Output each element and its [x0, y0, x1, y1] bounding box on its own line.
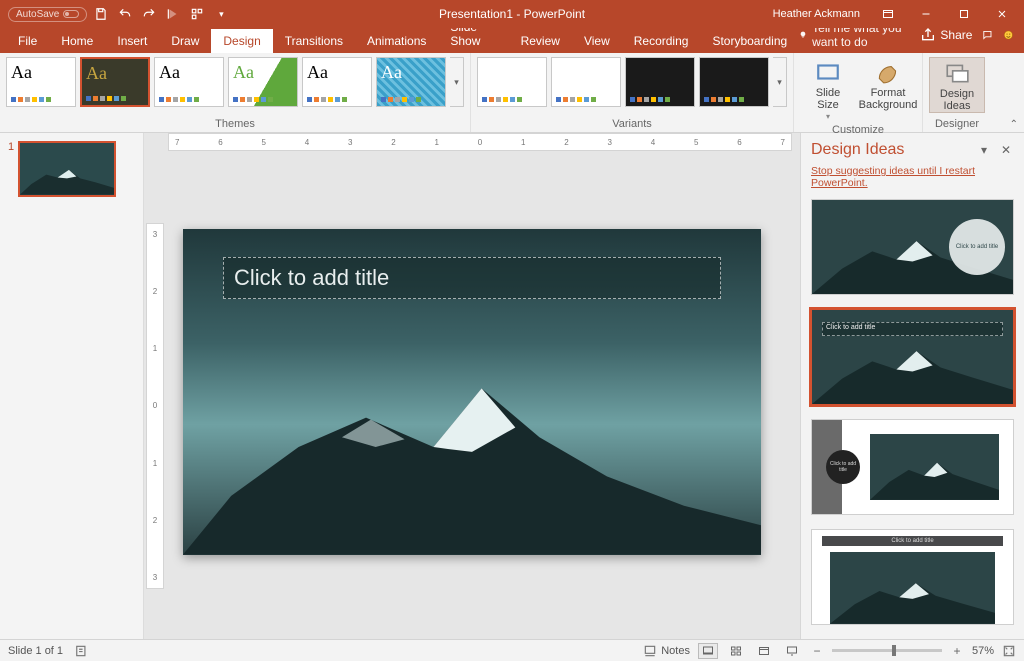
pane-close-icon[interactable]: ✕: [998, 142, 1014, 158]
themes-group-label: Themes: [6, 116, 464, 130]
variant-option-4[interactable]: [699, 57, 769, 107]
format-background-button[interactable]: Format Background: [860, 57, 916, 122]
theme-option-1[interactable]: Aa: [6, 57, 76, 107]
start-from-beginning-icon[interactable]: [163, 4, 183, 24]
theme-option-3[interactable]: Aa: [154, 57, 224, 107]
feedback-icon[interactable]: [1003, 27, 1014, 43]
ribbon-display-icon[interactable]: [870, 0, 906, 28]
slide-size-button[interactable]: Slide Size ▾: [800, 57, 856, 122]
theme-option-4[interactable]: Aa: [228, 57, 298, 107]
variant-option-3[interactable]: [625, 57, 695, 107]
idea2-title-bar: Click to add title: [822, 322, 1003, 336]
comments-icon[interactable]: [982, 27, 993, 43]
slide-thumbnail-1[interactable]: [18, 141, 116, 197]
zoom-slider[interactable]: [832, 649, 942, 652]
autosave-toggle[interactable]: AutoSave: [8, 7, 87, 22]
tab-view[interactable]: View: [572, 29, 622, 53]
share-button[interactable]: Share: [920, 27, 972, 43]
variant-option-2[interactable]: [551, 57, 621, 107]
ribbon: Aa Aa Aa Aa Aa Aa ▾ Themes ▾ Variants Sl…: [0, 53, 1024, 133]
theme-option-2[interactable]: Aa: [80, 57, 150, 107]
slide-number: 1: [8, 141, 14, 197]
designer-group-label: Designer: [929, 116, 985, 130]
spellcheck-icon[interactable]: [75, 644, 89, 658]
design-ideas-heading: Design Ideas: [811, 141, 970, 159]
idea3-title-circle: Click to add title: [826, 450, 860, 484]
vertical-ruler: 3210123: [146, 223, 164, 589]
customize-group-label: Customize: [800, 122, 916, 136]
tab-file[interactable]: File: [6, 29, 49, 53]
horizontal-ruler: 765432101234567: [168, 133, 792, 151]
slide-canvas[interactable]: Click to add title: [183, 229, 761, 555]
theme-option-5[interactable]: Aa: [302, 57, 372, 107]
variant-option-1[interactable]: [477, 57, 547, 107]
pane-options-icon[interactable]: ▾: [976, 142, 992, 158]
minimize-icon[interactable]: [908, 0, 944, 28]
save-icon[interactable]: [91, 4, 111, 24]
zoom-level[interactable]: 57%: [972, 645, 994, 657]
theme-option-6[interactable]: Aa: [376, 57, 446, 107]
tab-storyboarding[interactable]: Storyboarding: [700, 29, 799, 53]
design-idea-4[interactable]: Click to add title: [811, 529, 1014, 625]
qat-more-icon[interactable]: ▾: [211, 4, 231, 24]
tab-transitions[interactable]: Transitions: [273, 29, 355, 53]
idea4-title-bar: Click to add title: [822, 536, 1003, 546]
variants-group-label: Variants: [477, 116, 787, 130]
redo-icon[interactable]: [139, 4, 159, 24]
design-ideas-button[interactable]: Design Ideas: [929, 57, 985, 113]
design-idea-3[interactable]: Click to add title: [811, 419, 1014, 515]
user-name[interactable]: Heather Ackmann: [765, 8, 868, 20]
slideshow-view-icon[interactable]: [782, 643, 802, 659]
title-placeholder[interactable]: Click to add title: [223, 257, 721, 299]
close-icon[interactable]: [984, 0, 1020, 28]
status-bar: Slide 1 of 1 Notes − + 57%: [0, 639, 1024, 661]
design-idea-1[interactable]: Click to add title: [811, 199, 1014, 295]
undo-icon[interactable]: [115, 4, 135, 24]
notes-button[interactable]: Notes: [643, 644, 690, 658]
design-idea-2[interactable]: Click to add title: [811, 309, 1014, 405]
reading-view-icon[interactable]: [754, 643, 774, 659]
sorter-view-icon[interactable]: [726, 643, 746, 659]
normal-view-icon[interactable]: [698, 643, 718, 659]
collapse-ribbon-icon[interactable]: ⌃: [1010, 119, 1018, 130]
tab-recording[interactable]: Recording: [622, 29, 701, 53]
slide-editor: 765432101234567 3210123 Click to add tit…: [144, 133, 800, 639]
zoom-out-icon[interactable]: −: [810, 644, 824, 658]
design-ideas-pane: Design Ideas ▾ ✕ Stop suggesting ideas u…: [800, 133, 1024, 639]
fit-to-window-icon[interactable]: [1002, 644, 1016, 658]
tab-design[interactable]: Design: [211, 29, 272, 53]
tab-review[interactable]: Review: [509, 29, 572, 53]
tab-draw[interactable]: Draw: [159, 29, 211, 53]
slide-thumbnail-pane: 1: [0, 133, 144, 639]
tab-home[interactable]: Home: [49, 29, 105, 53]
slide-counter: Slide 1 of 1: [8, 645, 63, 657]
tab-animations[interactable]: Animations: [355, 29, 438, 53]
tab-insert[interactable]: Insert: [105, 29, 159, 53]
maximize-icon[interactable]: [946, 0, 982, 28]
touch-mode-icon[interactable]: [187, 4, 207, 24]
stop-suggesting-link[interactable]: Stop suggesting ideas until I restart Po…: [811, 165, 1014, 189]
zoom-in-icon[interactable]: +: [950, 644, 964, 658]
idea1-title-circle: Click to add title: [949, 219, 1005, 275]
ribbon-tabs: File Home Insert Draw Design Transitions…: [0, 28, 1024, 53]
themes-more-icon[interactable]: ▾: [450, 57, 464, 107]
title-bar: AutoSave ▾ Presentation1 - PowerPoint He…: [0, 0, 1024, 28]
variants-more-icon[interactable]: ▾: [773, 57, 787, 107]
